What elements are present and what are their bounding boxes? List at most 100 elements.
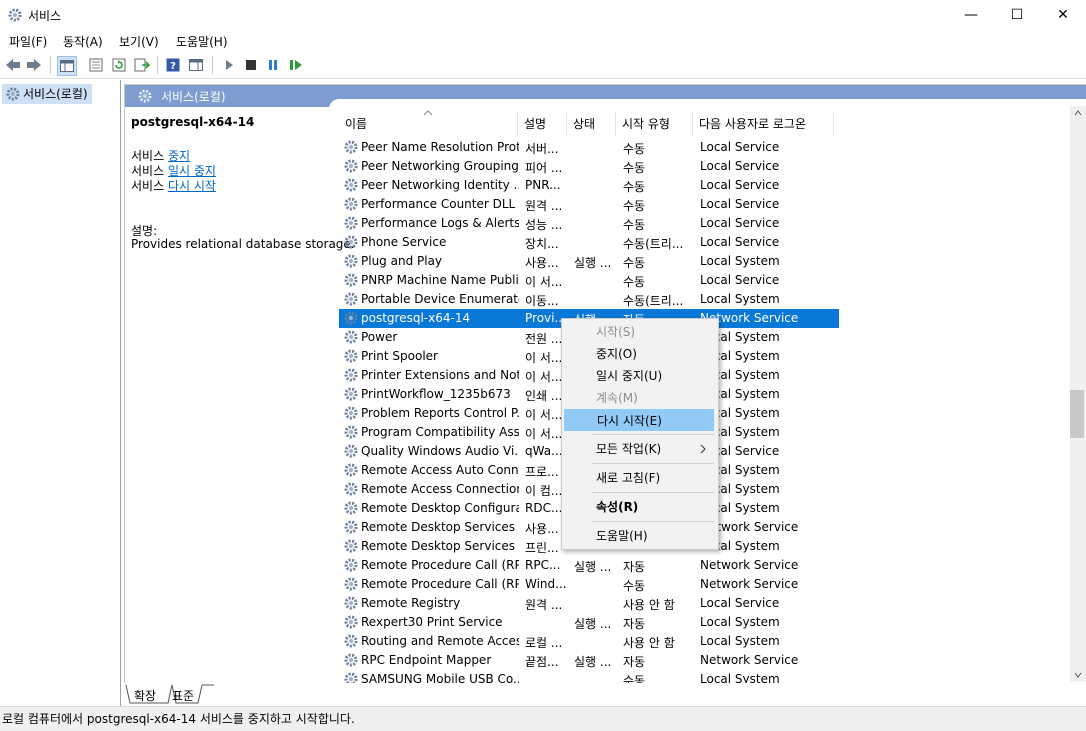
menu-action[interactable]: 동작(A) xyxy=(63,33,103,50)
cell-start: 수동 xyxy=(623,142,646,156)
table-row[interactable]: Remote Procedure Call (RP... RPC... 실행 ...… xyxy=(339,556,839,575)
cell-desc: 원격 ... xyxy=(525,598,563,612)
restart-link[interactable]: 다시 시작 xyxy=(168,179,216,193)
tree-node-services-local[interactable]: 서비스(로컬) xyxy=(2,84,92,104)
show-hide-action-pane-icon[interactable] xyxy=(187,56,205,74)
table-row[interactable]: Portable Device Enumerato... 이동... 수동(트리..… xyxy=(339,290,839,309)
cell-start: 수동 xyxy=(623,256,646,270)
tab-standard[interactable]: 표준 xyxy=(172,687,194,704)
refresh-icon[interactable] xyxy=(110,56,128,74)
table-row[interactable]: Performance Counter DLL ... 원격 ... 수동 Local… xyxy=(339,195,839,214)
help-icon[interactable]: ? xyxy=(164,56,182,74)
pause-link[interactable]: 일시 중지 xyxy=(168,164,216,178)
tree-node-label: 서비스(로컬) xyxy=(23,87,88,101)
cell-logon: Network Service xyxy=(700,558,799,572)
cell-name: Remote Desktop Services ... xyxy=(361,539,519,553)
cell-name: Program Compatibility Assi... xyxy=(361,425,519,439)
cell-logon: Local Service xyxy=(700,273,780,287)
cell-name: Problem Reports Control P... xyxy=(361,406,519,420)
console-tree-icon[interactable] xyxy=(57,56,77,76)
toolbar-separator xyxy=(212,56,213,74)
cell-logon: Local Service xyxy=(700,444,780,458)
service-gear-icon xyxy=(343,652,359,668)
menu-help[interactable]: 도움말(H) xyxy=(176,33,228,50)
close-button[interactable]: ✕ xyxy=(1040,0,1086,30)
menu-view[interactable]: 보기(V) xyxy=(119,33,159,50)
context-menu-item[interactable]: 중지(O) xyxy=(564,343,714,365)
cell-start: 수동(트리... xyxy=(623,294,684,308)
service-gear-icon xyxy=(343,443,359,459)
cell-logon: Local System xyxy=(700,672,780,683)
cell-start: 사용 안 함 xyxy=(623,636,675,650)
cell-start: 수동(트리... xyxy=(623,237,684,251)
table-row[interactable]: RPC Endpoint Mapper 끝점... 실행 ... 자동 Network … xyxy=(339,651,839,670)
view-tabs: 확장 표준 xyxy=(124,683,1086,705)
cell-logon: Local System xyxy=(700,349,780,363)
restart-service-icon[interactable] xyxy=(287,56,305,74)
cell-name: Print Spooler xyxy=(361,349,438,363)
sort-ascending-icon xyxy=(423,110,433,116)
column-header-log-on-as[interactable]: 다음 사용자로 로그온 xyxy=(693,112,834,136)
table-row[interactable]: SAMSUNG Mobile USB Co... 수동 Local System xyxy=(339,670,839,683)
cell-name: Remote Access Connection... xyxy=(361,482,519,496)
table-row[interactable]: Routing and Remote Access 로컬 ... 사용 안 함 Loc… xyxy=(339,632,839,651)
scroll-down-icon[interactable] xyxy=(1074,672,1082,678)
stop-link[interactable]: 중지 xyxy=(168,149,190,163)
context-menu-item[interactable]: 일시 중지(U) xyxy=(564,365,714,387)
table-row[interactable]: Remote Registry 원격 ... 사용 안 함 Local Service xyxy=(339,594,839,613)
stop-service-icon[interactable] xyxy=(242,56,260,74)
menu-file[interactable]: 파일(F) xyxy=(9,33,47,50)
cell-status: 실행 ... xyxy=(574,617,612,631)
context-menu-item[interactable]: 모든 작업(K) xyxy=(564,438,714,460)
table-row[interactable]: Phone Service 장치... 수동(트리... Local Service xyxy=(339,233,839,252)
service-gear-icon xyxy=(343,633,359,649)
table-row[interactable]: Remote Procedure Call (RP... Wind... 수동 Net… xyxy=(339,575,839,594)
service-gear-icon xyxy=(343,177,359,193)
cell-desc: 서버... xyxy=(525,142,559,156)
column-header-startup-type[interactable]: 시작 유형 xyxy=(616,112,693,136)
cell-start: 자동 xyxy=(623,655,646,669)
table-row[interactable]: Peer Networking Grouping 피어 ... 수동 Local Se… xyxy=(339,157,839,176)
start-service-icon[interactable] xyxy=(220,56,238,74)
cell-desc: 이 서... xyxy=(525,275,563,289)
cell-start: 자동 xyxy=(623,560,646,574)
table-row[interactable]: Peer Networking Identity ... PNR... 수동 Loca… xyxy=(339,176,839,195)
cell-start: 수동 xyxy=(623,199,646,213)
pause-service-icon[interactable] xyxy=(264,56,282,74)
context-menu-item[interactable]: 다시 시작(E) xyxy=(564,409,714,431)
forward-icon[interactable] xyxy=(25,56,43,74)
minimize-button[interactable]: — xyxy=(948,0,994,30)
cell-start: 수동 xyxy=(623,218,646,232)
column-header-description[interactable]: 설명 xyxy=(518,112,567,136)
console-tree: 서비스(로컬) xyxy=(0,80,121,706)
table-row[interactable]: Peer Name Resolution Prot... 서버... 수동 Local… xyxy=(339,138,839,157)
scrollbar-thumb[interactable] xyxy=(1070,390,1084,438)
column-header-name[interactable]: 이름 xyxy=(339,110,518,136)
column-header-status[interactable]: 상태 xyxy=(567,112,616,136)
maximize-button[interactable]: ☐ xyxy=(994,0,1040,30)
menu-separator xyxy=(592,492,714,493)
table-row[interactable]: Performance Logs & Alerts 성능 ... 수동 Local S… xyxy=(339,214,839,233)
table-row[interactable]: PNRP Machine Name Publi... 이 서... 수동 Local … xyxy=(339,271,839,290)
table-row[interactable]: Plug and Play 사용... 실행 ... 수동 Local System xyxy=(339,252,839,271)
service-gear-icon xyxy=(343,500,359,516)
export-list-icon[interactable] xyxy=(133,56,151,74)
tab-extended[interactable]: 확장 xyxy=(134,687,156,704)
service-gear-icon xyxy=(343,405,359,421)
back-icon[interactable] xyxy=(4,56,22,74)
cell-start: 수동 xyxy=(623,674,646,683)
cell-logon: Local System xyxy=(700,406,780,420)
context-menu-item[interactable]: 새로 고침(F) xyxy=(564,467,714,489)
cell-logon: Local System xyxy=(700,634,780,648)
scroll-up-icon[interactable] xyxy=(1074,110,1082,116)
properties-sheet-icon[interactable] xyxy=(87,56,105,74)
context-menu-item[interactable]: 도움말(H) xyxy=(564,525,714,547)
service-gear-icon xyxy=(343,519,359,535)
cell-name: Remote Desktop Configura... xyxy=(361,501,519,515)
cell-name: PNRP Machine Name Publi... xyxy=(361,273,519,287)
table-row[interactable]: Rexpert30 Print Service 실행 ... 자동 Local Sys… xyxy=(339,613,839,632)
service-gear-icon xyxy=(343,348,359,364)
services-gear-icon xyxy=(6,87,20,101)
cell-desc: Wind... xyxy=(525,577,567,591)
context-menu-item[interactable]: 속성(R) xyxy=(564,496,714,518)
